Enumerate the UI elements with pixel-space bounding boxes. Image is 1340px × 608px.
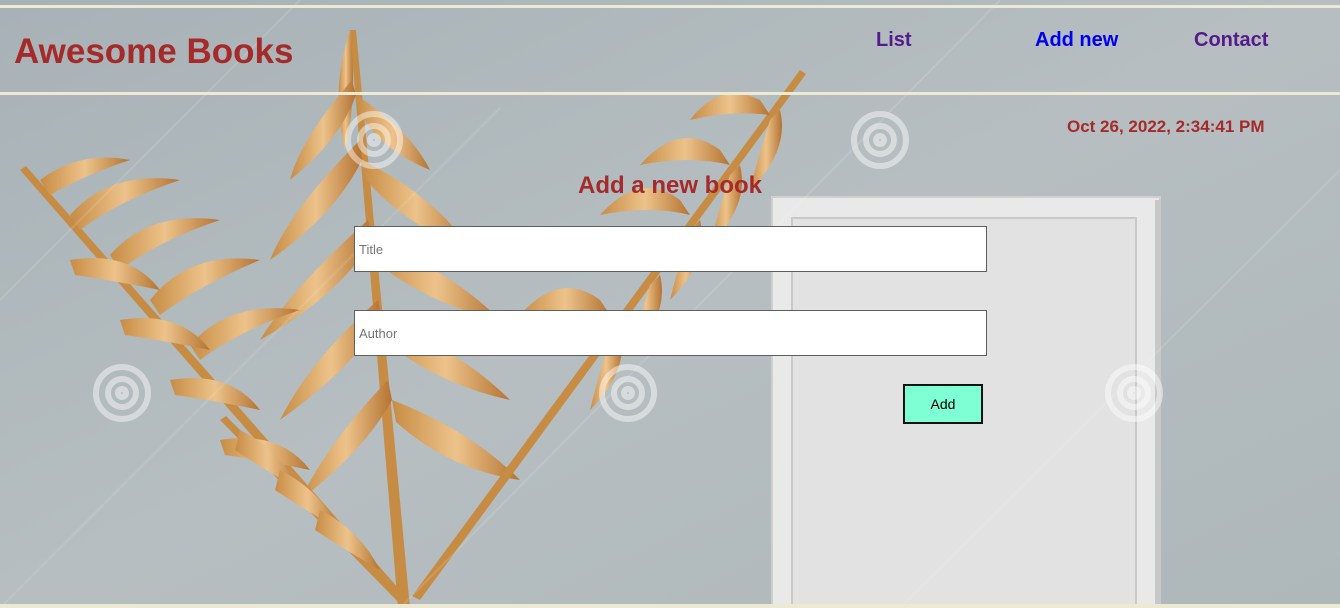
main-nav: List Add new Contact [0,29,1340,53]
add-book-heading: Add a new book [577,172,762,199]
nav-link-contact[interactable]: Contact [1194,29,1268,51]
nav-link-add-new[interactable]: Add new [1035,29,1118,51]
title-input[interactable] [354,226,987,272]
add-button[interactable]: Add [903,384,983,424]
nav-item-contact: Contact [1194,29,1268,52]
nav-link-list[interactable]: List [876,29,912,51]
nav-item-add-new: Add new [1035,29,1118,52]
author-input[interactable] [354,310,987,356]
site-header: Awesome Books List Add new Contact [0,5,1340,95]
current-datetime: Oct 26, 2022, 2:34:41 PM [1067,117,1265,136]
nav-item-list: List [876,29,912,52]
